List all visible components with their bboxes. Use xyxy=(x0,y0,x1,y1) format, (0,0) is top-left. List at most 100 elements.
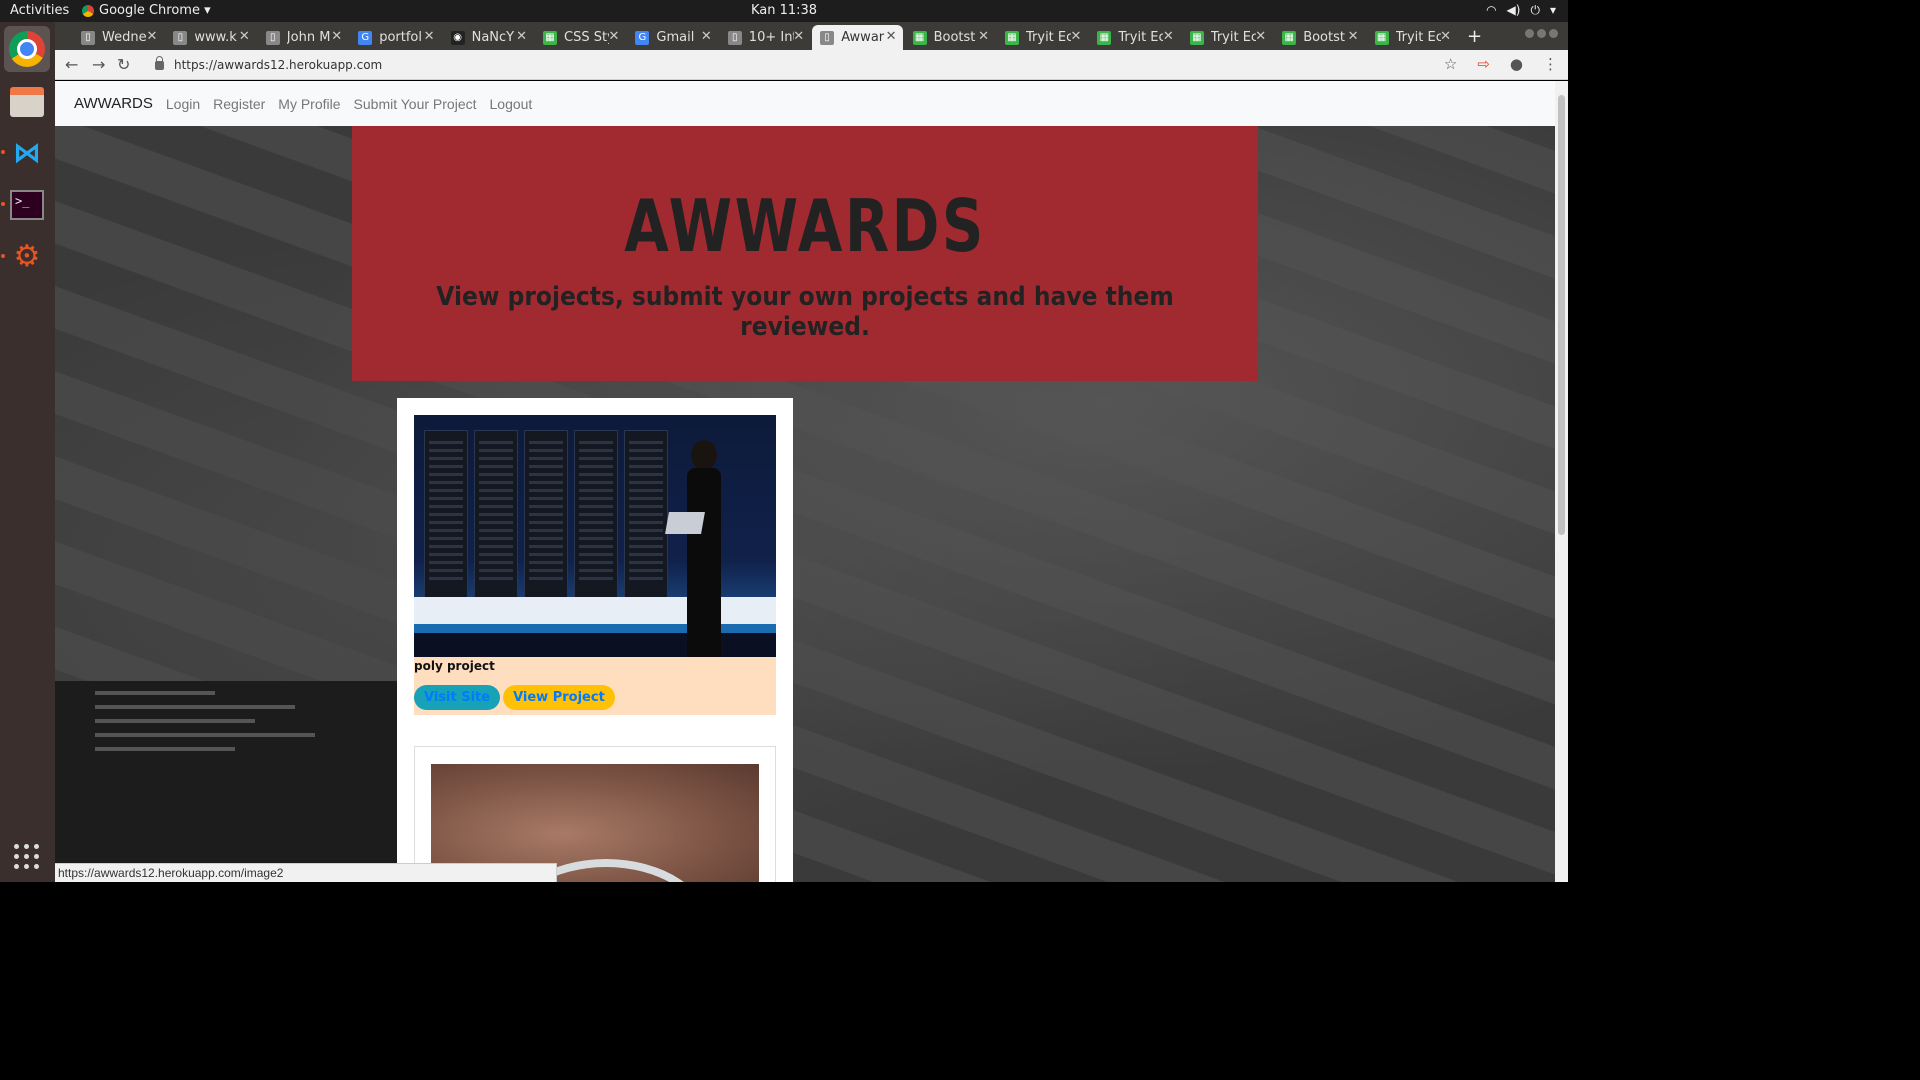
back-button[interactable]: ← xyxy=(65,55,78,74)
close-icon[interactable]: ✕ xyxy=(793,29,804,44)
dock-chrome[interactable] xyxy=(4,26,50,72)
reload-button[interactable]: ↻ xyxy=(117,55,130,74)
project-image[interactable] xyxy=(414,415,776,657)
tab[interactable]: ▦ Bootst ✕ xyxy=(905,25,995,50)
window-controls[interactable] xyxy=(1525,29,1558,38)
tab[interactable]: ▯ John M ✕ xyxy=(258,25,348,50)
files-icon xyxy=(10,87,44,117)
tab[interactable]: ▦ Tryit Ec ✕ xyxy=(1089,25,1179,50)
site-brand[interactable]: AWWARDS xyxy=(74,95,153,112)
hero-title: AWWARDS xyxy=(624,184,986,268)
terminal-icon: >_ xyxy=(10,190,44,220)
codepen-icon: ▦ xyxy=(1005,30,1019,45)
tab[interactable]: ▦ Tryit Ec ✕ xyxy=(997,25,1087,50)
tab-label: 10+ Int xyxy=(748,30,794,45)
tab[interactable]: ▦ CSS Sty✕ xyxy=(535,25,625,50)
tab[interactable]: ▦ Bootst ✕ xyxy=(1274,25,1364,50)
close-icon[interactable]: ✕ xyxy=(886,29,897,44)
tab-label: Tryit Ec xyxy=(1395,30,1441,45)
close-icon[interactable]: ✕ xyxy=(978,29,989,44)
tab-label: www.k xyxy=(194,30,237,45)
tab[interactable]: ▯ www.k ✕ xyxy=(165,25,255,50)
star-icon[interactable]: ☆ xyxy=(1444,55,1457,73)
visit-site-button[interactable]: Visit Site xyxy=(414,685,501,710)
tab-label: Tryit Ec xyxy=(1210,30,1256,45)
power-icon: ⏻ xyxy=(1530,3,1540,17)
nav-my-profile-link[interactable]: My Profile xyxy=(278,96,340,112)
url-text[interactable]: https://awwards12.herokuapp.com xyxy=(174,58,382,72)
system-tray[interactable]: ◠ ◀) ⏻ ▾ xyxy=(1486,3,1556,18)
tab[interactable]: ▯ Awwar ✕ xyxy=(812,25,903,50)
browser-toolbar: ← → ↻ https://awwards12.herokuapp.com ☆ … xyxy=(55,50,1568,80)
forward-button[interactable]: → xyxy=(92,55,105,74)
projects-container: poly project Visit Site View Project xyxy=(397,398,793,882)
view-project-button[interactable]: View Project xyxy=(503,685,615,710)
dock-terminal[interactable]: >_ xyxy=(4,182,50,228)
doc-icon: ▯ xyxy=(81,30,95,45)
close-icon[interactable]: ✕ xyxy=(1348,29,1359,44)
tools-icon: ⚙ xyxy=(13,239,41,274)
background-photo-detail xyxy=(55,681,397,882)
project-card xyxy=(414,746,776,882)
nav-submit-project-link[interactable]: Submit Your Project xyxy=(354,96,477,112)
nav-logout-link[interactable]: Logout xyxy=(490,96,533,112)
codepen-icon: ▦ xyxy=(543,30,557,45)
new-tab-button[interactable]: + xyxy=(1467,26,1482,47)
chevron-down-icon: ▾ xyxy=(1549,3,1556,17)
tab[interactable]: ▯ Wedne ✕ xyxy=(73,25,163,50)
dock-files[interactable] xyxy=(4,79,50,125)
tab[interactable]: Gportfol ✕ xyxy=(350,25,440,50)
codepen-icon: ▦ xyxy=(1282,30,1297,45)
tab-label: Bootst xyxy=(933,30,976,45)
close-icon[interactable]: ✕ xyxy=(701,29,712,44)
show-apps-icon[interactable] xyxy=(14,844,40,870)
tab-label: Tryit Ec xyxy=(1118,30,1164,45)
close-icon[interactable]: ✕ xyxy=(1070,29,1081,44)
close-icon[interactable]: ✕ xyxy=(608,29,619,44)
tab[interactable]: ◉ NaNcY ✕ xyxy=(443,25,533,50)
close-icon[interactable]: ✕ xyxy=(1255,29,1266,44)
close-icon[interactable]: ✕ xyxy=(239,29,250,44)
tab-label: Awwar xyxy=(841,30,885,45)
page-scrollbar[interactable] xyxy=(1555,81,1568,882)
tab-label: CSS Sty xyxy=(564,30,609,45)
close-icon[interactable]: ✕ xyxy=(424,29,435,44)
site-navbar: AWWARDS Login Register My Profile Submit… xyxy=(55,81,1555,126)
tab-label: Wedne xyxy=(102,30,147,45)
codepen-icon: ▦ xyxy=(1097,30,1112,45)
github-icon: ◉ xyxy=(450,30,465,45)
close-icon[interactable]: ✕ xyxy=(331,29,342,44)
doc-icon: ▯ xyxy=(173,30,188,45)
nav-register-link[interactable]: Register xyxy=(213,96,265,112)
menu-icon[interactable]: ⋮ xyxy=(1543,55,1558,73)
extension-icon[interactable]: ⇨ xyxy=(1477,55,1490,73)
volume-icon: ◀) xyxy=(1506,3,1521,17)
tab[interactable]: ▯ 10+ Int ✕ xyxy=(720,25,810,50)
profile-icon[interactable]: ● xyxy=(1510,55,1523,73)
lock-icon xyxy=(155,55,164,70)
dock-settings[interactable]: ⚙ xyxy=(4,234,50,280)
project-title: poly project xyxy=(414,659,495,673)
close-icon[interactable]: ✕ xyxy=(146,29,157,44)
dock-vscode[interactable]: ⋈ xyxy=(4,130,50,176)
hero-subtitle: View projects, submit your own projects … xyxy=(436,282,1174,342)
tab-label: NaNcY xyxy=(471,30,515,45)
google-icon: G xyxy=(358,30,373,45)
doc-icon: ▯ xyxy=(820,30,835,45)
page-viewport: AWWARDS Login Register My Profile Submit… xyxy=(55,81,1555,882)
close-icon[interactable]: ✕ xyxy=(516,29,527,44)
link-status-bubble: https://awwards12.herokuapp.com/image2 xyxy=(55,863,557,882)
codepen-icon: ▦ xyxy=(1374,30,1389,45)
chrome-icon xyxy=(9,31,45,67)
tab[interactable]: G Gmail ✕ xyxy=(627,25,717,50)
close-icon[interactable]: ✕ xyxy=(1163,29,1174,44)
codepen-icon: ▦ xyxy=(912,30,927,45)
tab[interactable]: ▦ Tryit Ec ✕ xyxy=(1182,25,1272,50)
clock[interactable]: Kan 11:38 xyxy=(0,3,1568,18)
tab[interactable]: ▦ Tryit Ec ✕ xyxy=(1367,25,1457,50)
address-bar[interactable]: https://awwards12.herokuapp.com xyxy=(145,53,1470,77)
close-icon[interactable]: ✕ xyxy=(1440,29,1451,44)
nav-login-link[interactable]: Login xyxy=(166,96,200,112)
dock: ⋈ >_ ⚙ xyxy=(0,22,55,882)
toolbar-actions: ☆ ⇨ ● ⋮ xyxy=(1444,55,1558,73)
